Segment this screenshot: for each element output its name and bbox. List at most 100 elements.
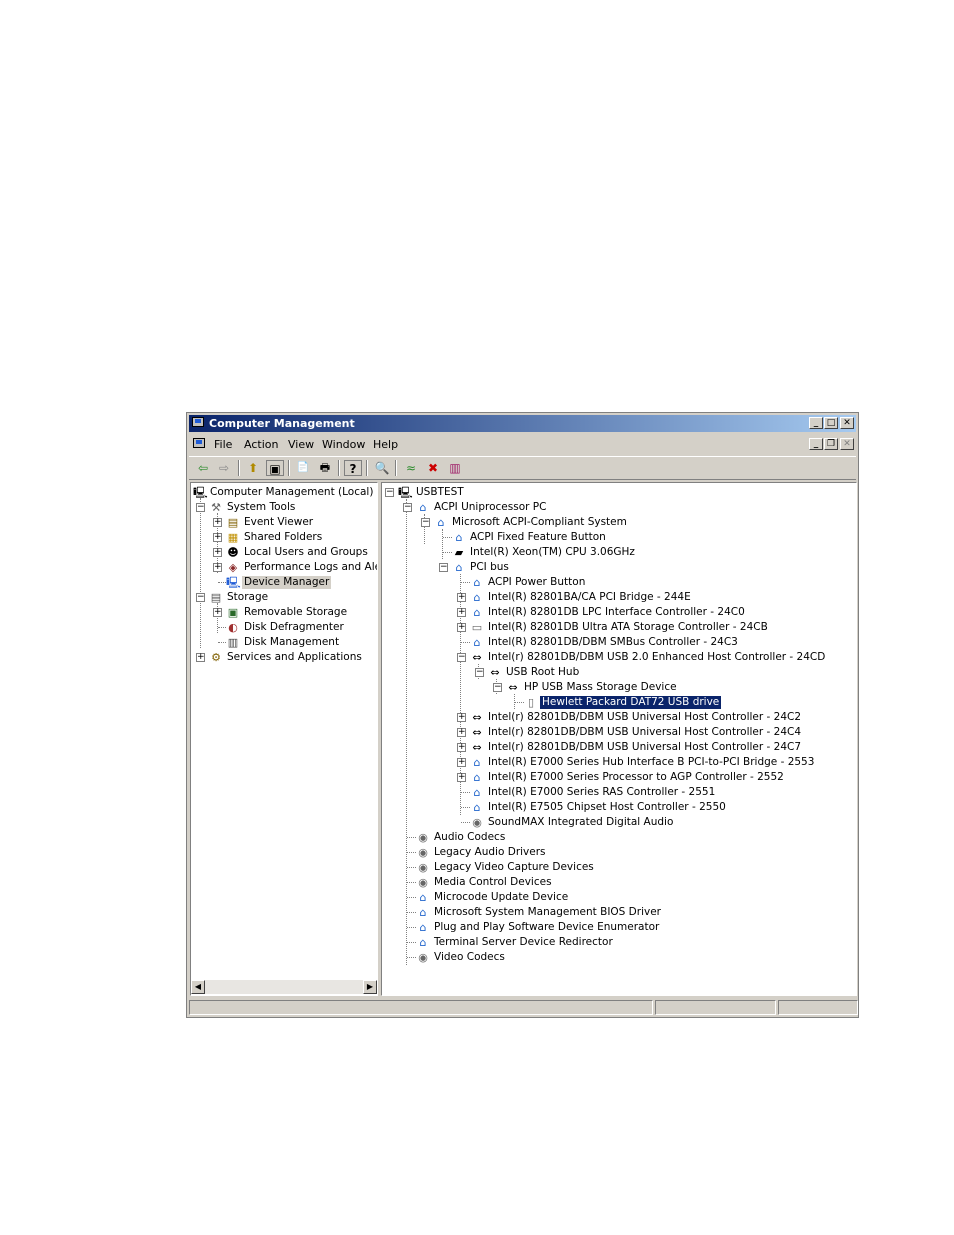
mdi-restore-button[interactable]: ❐ [824, 438, 838, 450]
tree-item-services[interactable]: + ⚙ Services and Applications [191, 650, 377, 665]
device-tree-item[interactable]: ⌂ Intel(R) 82801DB/DBM SMBus Controller -… [382, 635, 852, 650]
update-driver-icon[interactable]: ≈ [402, 460, 420, 476]
device-tree-item[interactable]: + ▭ Intel(R) 82801DB Ultra ATA Storage Con… [382, 620, 852, 635]
title-bar[interactable]: Computer Management _ □ ✕ [189, 415, 856, 432]
expand-icon[interactable]: + [213, 518, 222, 527]
expand-icon[interactable]: + [213, 608, 222, 617]
device-tree-item[interactable]: ⌂ Plug and Play Software Device Enumerato… [382, 920, 852, 935]
minimize-button[interactable]: _ [809, 417, 823, 429]
up-folder-icon[interactable]: ⬆ [244, 460, 262, 476]
device-tree-item[interactable]: + ⇔ Intel(r) 82801DB/DBM USB Universal Hos… [382, 725, 852, 740]
tree-item-perf-logs[interactable]: + ◈ Performance Logs and Alerts [191, 560, 377, 575]
scroll-right-button[interactable]: ▶ [363, 980, 377, 994]
device-tree-item[interactable]: ⌂ Intel(R) E7505 Chipset Host Controller … [382, 800, 852, 815]
expand-icon[interactable]: + [457, 758, 466, 767]
device-tree-item[interactable]: ◉ Legacy Video Capture Devices [382, 860, 852, 875]
device-tree-item[interactable]: + ⌂ Intel(R) E7000 Series Hub Interface B … [382, 755, 852, 770]
expand-icon[interactable]: + [457, 728, 466, 737]
status-panel [655, 1000, 776, 1015]
scroll-left-button[interactable]: ◀ [191, 980, 205, 994]
device-tree-item[interactable]: ◉ Legacy Audio Drivers [382, 845, 852, 860]
toolbar-separator [288, 460, 290, 476]
expand-icon[interactable]: + [457, 623, 466, 632]
disable-device-icon[interactable]: ▥ [446, 460, 464, 476]
expand-icon[interactable]: + [213, 563, 222, 572]
device-tree-item[interactable]: ⌂ Microcode Update Device [382, 890, 852, 905]
device-tree-item[interactable]: − ⌂ ACPI Uniprocessor PC [382, 500, 852, 515]
maximize-button[interactable]: □ [824, 417, 838, 429]
device-tree-item[interactable]: ⌂ ACPI Fixed Feature Button [382, 530, 852, 545]
device-tree-item[interactable]: ⌂ ACPI Power Button [382, 575, 852, 590]
device-tree-pane[interactable]: − 🖳 USBTEST − ⌂ ACPI Uniprocessor PC − ⌂ Microso… [381, 482, 857, 996]
forward-icon[interactable]: ⇨ [215, 460, 233, 476]
expand-icon[interactable]: + [196, 653, 205, 662]
device-tree-item[interactable]: ⌂ Microsoft System Management BIOS Driver [382, 905, 852, 920]
device-tree-item[interactable]: ▰ Intel(R) Xeon(TM) CPU 3.06GHz [382, 545, 852, 560]
tree-label: System Tools [227, 501, 296, 513]
close-button[interactable]: ✕ [840, 417, 854, 429]
device-tree-item[interactable]: + ⌂ Intel(R) 82801DB LPC Interface Control… [382, 605, 852, 620]
tree-item-disk-defragmenter[interactable]: ◐ Disk Defragmenter [191, 620, 377, 635]
mdi-minimize-button[interactable]: _ [809, 438, 823, 450]
back-icon[interactable]: ⇦ [194, 460, 212, 476]
menu-window[interactable]: Window [322, 438, 365, 451]
device-tree-item[interactable]: + ⌂ Intel(R) 82801BA/CA PCI Bridge - 244E [382, 590, 852, 605]
tree-item-local-users[interactable]: + ☻ Local Users and Groups [191, 545, 377, 560]
tree-item-device-manager[interactable]: 🖳 Device Manager [191, 575, 377, 590]
device-manager-icon: 🖳 [226, 576, 241, 589]
device-tree-item[interactable]: − ⌂ PCI bus [382, 560, 852, 575]
device-tree-item[interactable]: ◉ Audio Codecs [382, 830, 852, 845]
expand-icon[interactable]: + [457, 608, 466, 617]
scan-hardware-icon[interactable]: 🔍 [373, 460, 391, 476]
tree-item-disk-management[interactable]: ▥ Disk Management [191, 635, 377, 650]
show-hide-tree-icon[interactable]: ▣ [266, 460, 284, 476]
collapse-icon[interactable]: − [403, 503, 412, 512]
device-tree-item[interactable]: ⌂ Intel(R) E7000 Series RAS Controller - … [382, 785, 852, 800]
device-tree-item[interactable]: − ⌂ Microsoft ACPI-Compliant System [382, 515, 852, 530]
device-tree-item[interactable]: + ⇔ Intel(r) 82801DB/DBM USB Universal Hos… [382, 740, 852, 755]
collapse-icon[interactable]: − [475, 668, 484, 677]
collapse-icon[interactable]: − [457, 653, 466, 662]
horizontal-scrollbar[interactable]: ◀ ▶ [191, 980, 377, 994]
tree-item-root[interactable]: 🖳 Computer Management (Local) [191, 485, 377, 500]
menu-file[interactable]: File [214, 438, 232, 451]
collapse-icon[interactable]: − [196, 593, 205, 602]
device-tree-item[interactable]: ▯ Hewlett Packard DAT72 USB drive [382, 695, 852, 710]
properties-icon[interactable]: 📄 [294, 460, 312, 476]
tree-item-event-viewer[interactable]: + ▤ Event Viewer [191, 515, 377, 530]
tree-item-system-tools[interactable]: − ⚒ System Tools [191, 500, 377, 515]
tree-item-removable-storage[interactable]: + ▣ Removable Storage [191, 605, 377, 620]
collapse-icon[interactable]: − [385, 488, 394, 497]
device-tree-item[interactable]: + ⇔ Intel(r) 82801DB/DBM USB Universal Hos… [382, 710, 852, 725]
menu-action[interactable]: Action [244, 438, 278, 451]
menu-help[interactable]: Help [373, 438, 398, 451]
expand-icon[interactable]: + [213, 548, 222, 557]
print-icon[interactable]: 🖶 [316, 460, 334, 476]
device-tree-item[interactable]: − ⇔ HP USB Mass Storage Device [382, 680, 852, 695]
console-tree-pane[interactable]: 🖳 Computer Management (Local) − ⚒ System… [190, 482, 378, 996]
help-icon[interactable]: ? [344, 460, 362, 476]
mdi-doc-icon[interactable] [193, 438, 205, 448]
device-tree-item[interactable]: − ⇔ USB Root Hub [382, 665, 852, 680]
device-tree-item[interactable]: ◉ Media Control Devices [382, 875, 852, 890]
device-tree-item[interactable]: ⌂ Terminal Server Device Redirector [382, 935, 852, 950]
expand-icon[interactable]: + [457, 593, 466, 602]
mdi-close-button[interactable]: ✕ [840, 438, 854, 450]
tree-item-shared-folders[interactable]: + ▦ Shared Folders [191, 530, 377, 545]
collapse-icon[interactable]: − [421, 518, 430, 527]
collapse-icon[interactable]: − [196, 503, 205, 512]
collapse-icon[interactable]: − [439, 563, 448, 572]
device-tree-item[interactable]: ◉ Video Codecs [382, 950, 852, 965]
device-tree-item[interactable]: + ⌂ Intel(R) E7000 Series Processor to AGP… [382, 770, 852, 785]
uninstall-icon[interactable]: ✖ [424, 460, 442, 476]
tree-item-storage[interactable]: − ▤ Storage [191, 590, 377, 605]
device-tree-item[interactable]: ◉ SoundMAX Integrated Digital Audio [382, 815, 852, 830]
collapse-icon[interactable]: − [493, 683, 502, 692]
device-tree-item[interactable]: − ⇔ Intel(r) 82801DB/DBM USB 2.0 Enhanced … [382, 650, 852, 665]
expand-icon[interactable]: + [213, 533, 222, 542]
expand-icon[interactable]: + [457, 713, 466, 722]
menu-view[interactable]: View [288, 438, 314, 451]
device-tree-item[interactable]: − 🖳 USBTEST [382, 485, 852, 500]
expand-icon[interactable]: + [457, 743, 466, 752]
expand-icon[interactable]: + [457, 773, 466, 782]
